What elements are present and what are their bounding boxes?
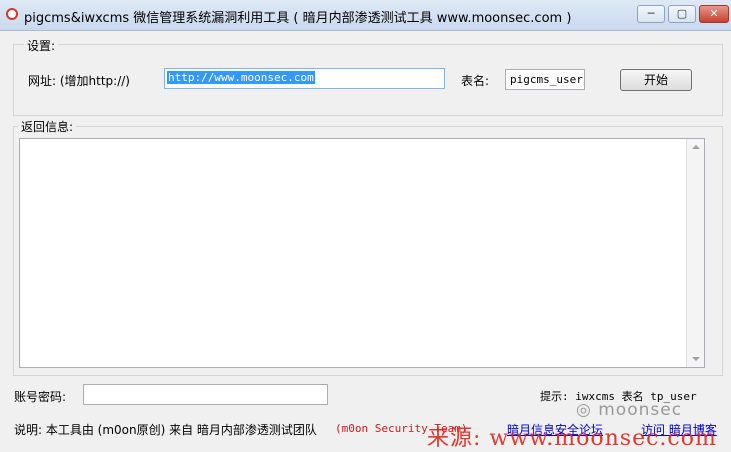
url-input-value: http://www.moonsec.com [167,71,315,84]
result-label: 返回信息: [18,118,77,135]
scroll-up-icon[interactable] [692,145,700,149]
minimize-icon: ─ [647,7,655,20]
table-name-value: pigcms_user [510,73,583,86]
url-label: 网址: (增加http://) [28,74,130,88]
result-scrollbar[interactable] [686,139,704,367]
window-title: pigcms&iwxcms 微信管理系统漏洞利用工具 ( 暗月内部渗透测试工具 … [24,11,572,26]
source-watermark: 来源: www.moonsec.com [427,426,717,451]
result-textarea[interactable] [19,138,705,368]
app-icon [6,8,18,20]
table-name-label: 表名: [461,74,490,88]
close-icon: ✕ [709,7,719,20]
maximize-button[interactable]: ▢ [668,5,696,23]
scroll-down-icon[interactable] [692,357,700,361]
minimize-button[interactable]: ─ [637,5,665,23]
footer-description: 说明: 本工具由 (m0on原创) 来自 暗月内部渗透测试团队 [14,423,317,437]
table-name-input[interactable]: pigcms_user [505,69,585,90]
account-label: 账号密码: [14,390,67,404]
settings-group-label: 设置: [24,37,59,54]
close-button[interactable]: ✕ [699,5,729,23]
wechat-icon: ◎ [576,400,599,420]
moonsec-watermark-logo: ◎ moonsec [576,400,683,420]
url-input[interactable]: http://www.moonsec.com [164,68,445,89]
account-input[interactable] [83,384,328,405]
title-bar: pigcms&iwxcms 微信管理系统漏洞利用工具 ( 暗月内部渗透测试工具 … [0,0,731,31]
start-button[interactable]: 开始 [620,69,692,91]
maximize-icon: ▢ [676,7,688,20]
